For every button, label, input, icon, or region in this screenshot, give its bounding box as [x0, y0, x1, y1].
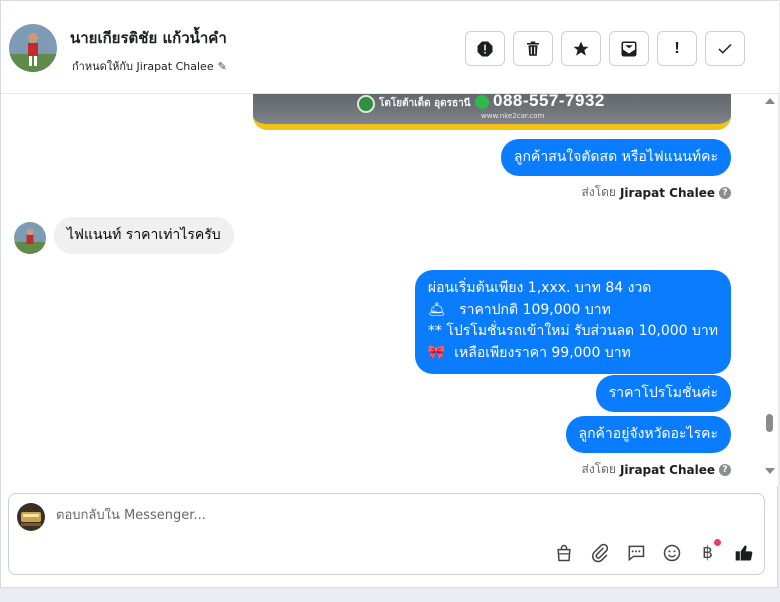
report-button[interactable] — [465, 31, 505, 66]
composer-toolbar: ฿ — [552, 539, 755, 564]
info-icon[interactable]: ? — [719, 463, 731, 476]
bell-icon: 🛎 — [427, 301, 446, 318]
baht-payment-icon[interactable]: ฿ — [696, 539, 721, 564]
scroll-down-arrow-icon[interactable] — [765, 468, 775, 474]
archive-icon — [621, 41, 637, 56]
conversation-toolbar: ! — [465, 31, 745, 66]
baht-icon: ฿ — [702, 542, 713, 562]
conversation-header: นายเกียรติชัย แก้วน้ำคำ กำหนดให้กับ Jira… — [1, 1, 779, 94]
contact-avatar-small[interactable] — [14, 222, 46, 254]
message-thread[interactable]: โตโยต้าเด็ด อุดรธานี 088-557-7932 www.nk… — [1, 94, 761, 486]
bag-icon[interactable] — [552, 541, 575, 564]
banner-phone: 088-557-7932 — [493, 94, 605, 110]
emoji-icon[interactable] — [660, 541, 683, 564]
phone-icon — [475, 95, 489, 109]
sent-by-agent: Jirapat Chalee — [619, 462, 715, 477]
message-outgoing-promo[interactable]: ผ่อนเริ่มต้นเพียง 1,xxx. บาท 84 งวด 🛎 รา… — [414, 270, 731, 374]
promo-line-2: 🛎 ราคาปกติ 109,000 บาท — [428, 300, 718, 322]
saved-reply-icon[interactable] — [624, 541, 647, 564]
banner-brand: โตโยต้าเด็ด อุดรธานี — [379, 98, 471, 109]
delete-button[interactable] — [513, 31, 553, 66]
scroll-up-arrow-icon[interactable] — [765, 98, 775, 104]
contact-avatar[interactable] — [9, 24, 57, 72]
sent-by-label: ส่งโดย Jirapat Chalee ? — [581, 460, 731, 479]
message-outgoing[interactable]: ลูกค้าสนใจตัดสด หรือไฟแนนท์คะ — [500, 139, 731, 176]
exclamation-icon: ! — [674, 39, 680, 57]
contact-name: นายเกียรติชัย แก้วน้ำคำ — [70, 29, 227, 47]
ribbon-icon: 🎀 — [427, 344, 446, 361]
star-icon — [573, 41, 589, 56]
assignee[interactable]: กำหนดให้กับ Jirapat Chalee ✎ — [72, 57, 227, 75]
notification-dot — [714, 539, 721, 546]
promo-line-2-text: ราคาปกติ 109,000 บาท — [459, 301, 611, 318]
star-button[interactable] — [561, 31, 601, 66]
trash-icon — [527, 41, 539, 56]
attachment-icon[interactable] — [588, 541, 611, 564]
mark-unread-button[interactable]: ! — [657, 31, 697, 66]
sent-by-agent: Jirapat Chalee — [619, 185, 715, 200]
thread-scrollbar[interactable] — [761, 94, 778, 486]
message-incoming[interactable]: ไฟแนนท์ ราคาเท่าไรครับ — [54, 217, 234, 254]
info-icon[interactable]: ? — [719, 186, 731, 199]
promo-line-4: 🎀 เหลือเพียงราคา 99,000 บาท — [428, 343, 718, 365]
sent-by-prefix: ส่งโดย — [581, 462, 616, 476]
thumbs-up-icon[interactable] — [732, 541, 755, 564]
report-icon — [477, 41, 493, 56]
message-outgoing[interactable]: ลูกค้าอยู่จังหวัดอะไรคะ — [565, 416, 731, 453]
scroll-thumb[interactable] — [766, 414, 773, 432]
reply-input[interactable] — [56, 508, 536, 523]
reply-composer: ฿ — [8, 493, 765, 575]
check-icon — [718, 43, 732, 54]
messenger-panel: นายเกียรติชัย แก้วน้ำคำ กำหนดให้กับ Jira… — [0, 0, 779, 588]
mark-done-button[interactable] — [705, 31, 745, 66]
brand-logo — [357, 95, 375, 113]
sent-by-label: ส่งโดย Jirapat Chalee ? — [581, 183, 731, 202]
promo-line-1: ผ่อนเริ่มต้นเพียง 1,xxx. บาท 84 งวด — [427, 280, 652, 296]
promo-line-3: ** โปรโมชั่นรถเข้าใหม่ รับส่วนลด 10,000 … — [427, 323, 718, 339]
archive-button[interactable] — [609, 31, 649, 66]
promo-line-4-text: เหลือเพียงราคา 99,000 บาท — [454, 344, 631, 361]
message-outgoing[interactable]: ราคาโปรโมชั่นค่ะ — [595, 375, 731, 412]
banner-website: www.nke2car.com — [481, 112, 545, 120]
pencil-icon[interactable]: ✎ — [218, 60, 227, 73]
page-avatar — [17, 503, 45, 531]
shared-image-banner[interactable]: โตโยต้าเด็ด อุดรธานี 088-557-7932 www.nk… — [253, 94, 731, 130]
assignee-label: กำหนดให้กับ Jirapat Chalee — [72, 60, 214, 73]
sent-by-prefix: ส่งโดย — [581, 185, 616, 199]
